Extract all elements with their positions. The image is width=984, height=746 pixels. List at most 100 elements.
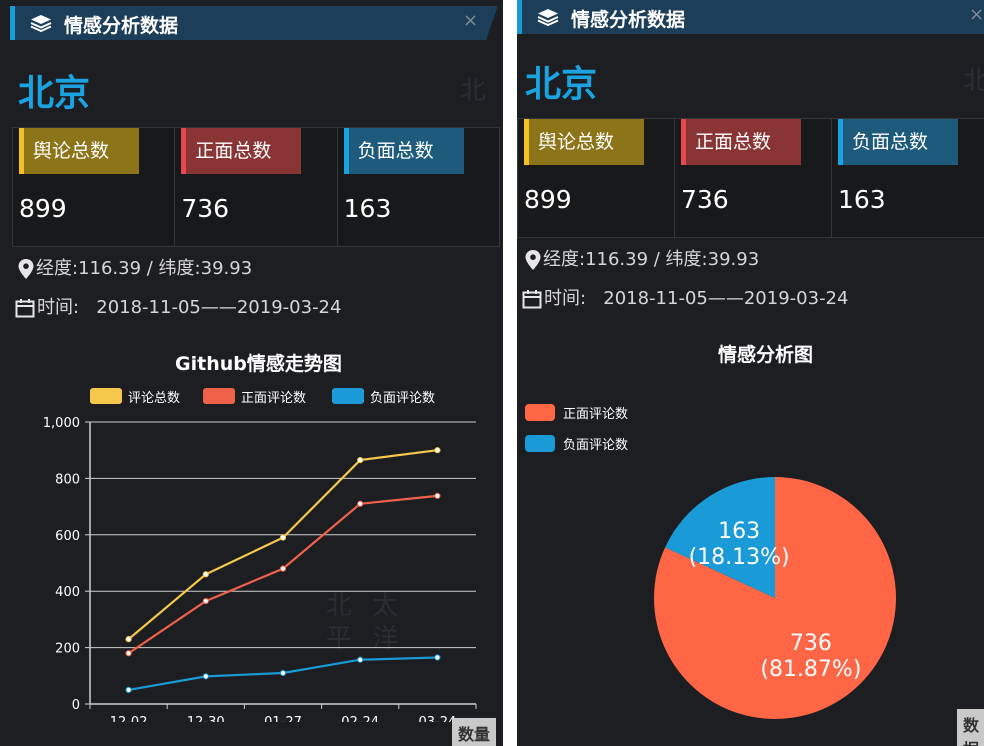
data-point bbox=[125, 686, 132, 693]
city-name: 北京 bbox=[18, 73, 91, 114]
pie-chart-title: 情感分析图 bbox=[718, 344, 814, 366]
data-point bbox=[125, 636, 132, 643]
stat-positive-value: 736 bbox=[181, 194, 230, 223]
x-tick-label: 03-24 bbox=[419, 715, 457, 722]
stat-positive-label: 正面总数 bbox=[195, 140, 272, 162]
pie-chart: 正面评论数负面评论数 736(81.87%) 163(18.13%) bbox=[525, 404, 896, 719]
data-point bbox=[202, 673, 209, 680]
titlebar-accent bbox=[517, 0, 522, 34]
data-view-tag[interactable]: 数据 bbox=[957, 709, 984, 746]
tag-accent bbox=[681, 119, 686, 165]
x-tick-label: 12-02 bbox=[110, 715, 148, 722]
data-point bbox=[434, 492, 441, 499]
slice-value-label: 163 bbox=[718, 519, 760, 544]
x-tick-label: 01-27 bbox=[264, 715, 302, 722]
time-range: 时间: 2018-11-05——2019-03-24 bbox=[522, 284, 848, 310]
line-chart: 评论总数 正面评论数 负面评论数 0 200 400 600 800 1,000 12-02 12-… bbox=[43, 388, 477, 722]
stat-negative-label: 负面总数 bbox=[357, 140, 434, 162]
left-panel: 北 北 太 平 洋 情感分析数据 × 北京 舆论总数 899 正面总数 736 bbox=[0, 0, 503, 746]
y-tick-label: 400 bbox=[55, 585, 80, 600]
legend-swatch bbox=[525, 435, 555, 452]
right-panel: 北 情感分析数据 × 北京 舆论总数 899 正面总数 736 负面总数 163… bbox=[517, 0, 984, 746]
stat-negative: 负面总数 163 bbox=[337, 128, 499, 246]
coordinates: 经度:116.39 / 纬度:39.93 bbox=[18, 254, 252, 280]
data-point bbox=[357, 656, 364, 663]
legend-swatch bbox=[203, 388, 235, 404]
coordinates: 经度:116.39 / 纬度:39.93 bbox=[525, 245, 759, 271]
y-tick-label: 1,000 bbox=[43, 416, 80, 431]
coordinates-text: 经度:116.39 / 纬度:39.93 bbox=[36, 258, 253, 279]
tag-accent bbox=[343, 128, 349, 174]
series-line bbox=[127, 494, 438, 655]
stat-total: 舆论总数 899 bbox=[518, 119, 675, 237]
stat-total-tag: 舆论总数 bbox=[524, 119, 644, 165]
slice-percent-label: (18.13%) bbox=[689, 545, 790, 570]
titlebar-accent bbox=[10, 6, 15, 40]
layers-icon bbox=[537, 8, 559, 26]
tag-accent bbox=[524, 119, 529, 165]
map-watermark: 北 bbox=[963, 66, 984, 96]
stat-negative-label: 负面总数 bbox=[852, 131, 929, 153]
y-tick-label: 600 bbox=[55, 529, 80, 544]
data-point bbox=[434, 654, 441, 661]
time-label: 时间: bbox=[544, 288, 587, 309]
legend-swatch bbox=[525, 404, 555, 421]
y-tick-label: 800 bbox=[55, 472, 80, 487]
stat-positive: 正面总数 736 bbox=[675, 119, 832, 237]
close-icon[interactable]: × bbox=[463, 12, 478, 30]
stat-positive-value: 736 bbox=[681, 185, 729, 214]
tag-accent bbox=[838, 119, 843, 165]
data-point bbox=[357, 500, 364, 507]
window-title: 情感分析数据 bbox=[64, 15, 179, 37]
window-titlebar: 情感分析数据 bbox=[10, 6, 498, 40]
stat-positive-tag: 正面总数 bbox=[181, 128, 302, 174]
time-range-text: 2018-11-05——2019-03-24 bbox=[603, 288, 849, 309]
window-title: 情感分析数据 bbox=[571, 9, 686, 31]
legend-label: 负面评论数 bbox=[370, 391, 435, 406]
city-name: 北京 bbox=[525, 64, 598, 105]
map-watermark: 北 bbox=[460, 76, 493, 106]
slice-value-label: 736 bbox=[790, 631, 832, 656]
stat-negative-tag: 负面总数 bbox=[343, 128, 464, 174]
stat-negative-tag: 负面总数 bbox=[838, 119, 958, 165]
close-icon[interactable]: × bbox=[969, 6, 984, 24]
data-view-tag[interactable]: 数量 bbox=[452, 718, 497, 746]
stat-total-tag: 舆论总数 bbox=[19, 128, 139, 174]
tag-accent bbox=[19, 128, 24, 174]
time-label: 时间: bbox=[37, 297, 80, 318]
legend-label: 负面评论数 bbox=[563, 438, 628, 453]
data-point bbox=[202, 597, 209, 605]
data-point bbox=[434, 447, 441, 454]
legend-swatch bbox=[90, 388, 122, 404]
window-titlebar: 情感分析数据 bbox=[517, 0, 984, 34]
y-tick-label: 0 bbox=[72, 698, 80, 713]
stat-total-value: 899 bbox=[19, 194, 67, 223]
map-pin-icon bbox=[525, 250, 541, 270]
layers-icon bbox=[30, 14, 52, 32]
legend-label: 正面评论数 bbox=[563, 407, 628, 422]
tag-accent bbox=[181, 128, 187, 174]
slice-percent-label: (81.87%) bbox=[760, 657, 861, 682]
legend-swatch bbox=[332, 388, 364, 404]
stats-panel: 舆论总数 899 正面总数 736 负面总数 163 bbox=[517, 118, 984, 238]
stat-negative-value: 163 bbox=[838, 185, 886, 214]
stats-panel: 舆论总数 899 正面总数 736 负面总数 163 bbox=[12, 127, 500, 247]
line-chart-title: Github情感走势图 bbox=[175, 353, 342, 375]
data-point bbox=[279, 565, 287, 572]
stat-total-value: 899 bbox=[524, 185, 572, 214]
time-range-text: 2018-11-05——2019-03-24 bbox=[96, 297, 342, 318]
stat-positive: 正面总数 736 bbox=[175, 128, 338, 246]
legend-label: 正面评论数 bbox=[241, 391, 306, 406]
stat-negative: 负面总数 163 bbox=[832, 119, 984, 237]
x-tick-label: 02-24 bbox=[341, 715, 379, 722]
stat-negative-value: 163 bbox=[343, 194, 392, 223]
data-point bbox=[279, 534, 287, 541]
calendar-icon bbox=[522, 290, 542, 309]
calendar-icon bbox=[15, 299, 35, 318]
y-tick-label: 200 bbox=[55, 642, 80, 657]
legend-label: 评论总数 bbox=[128, 391, 180, 406]
data-point bbox=[202, 571, 209, 578]
x-tick-label: 12-30 bbox=[187, 715, 225, 722]
stat-total-label: 舆论总数 bbox=[33, 140, 110, 162]
stat-positive-label: 正面总数 bbox=[695, 131, 772, 153]
